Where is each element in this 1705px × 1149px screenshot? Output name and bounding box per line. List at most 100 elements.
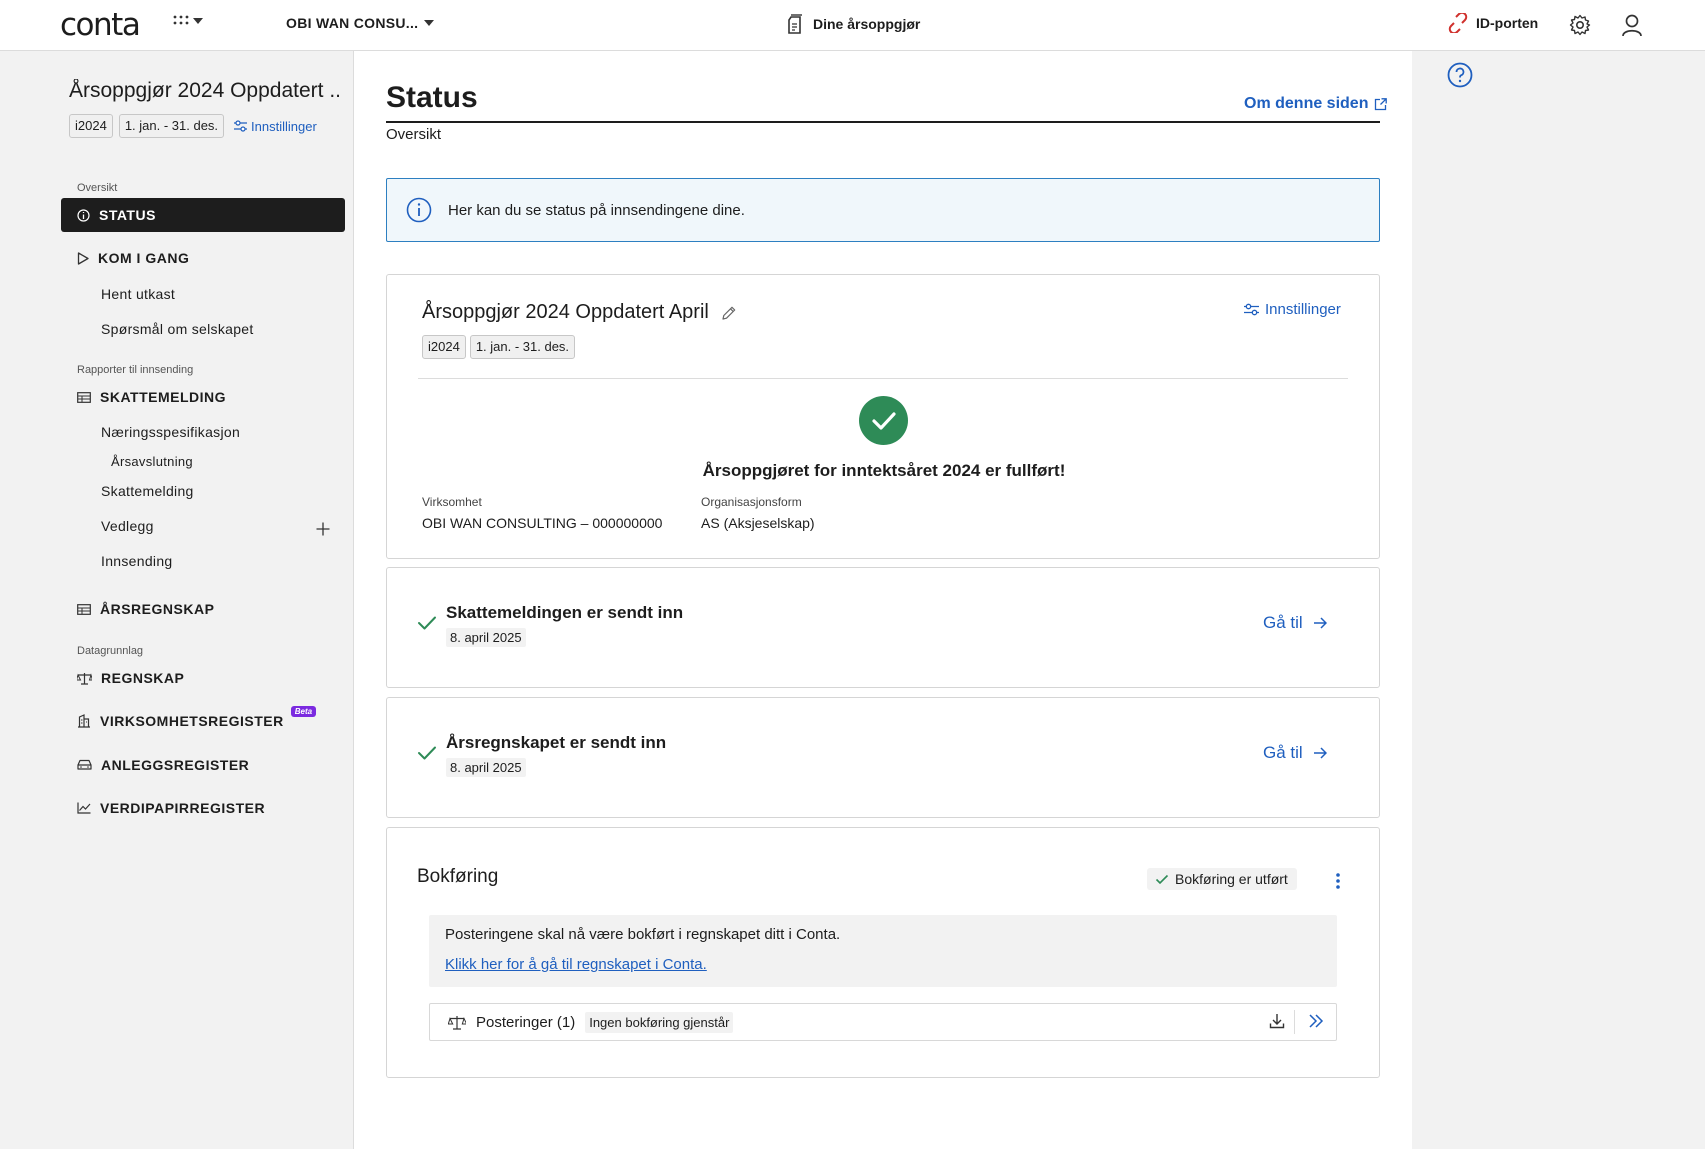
posteringer-row[interactable]: Posteringer (1) Ingen bokføring gjenstår — [429, 1003, 1337, 1041]
annual-reports-link[interactable]: Dine årsoppgjør — [787, 14, 920, 34]
bokforing-title: Bokføring — [417, 866, 499, 887]
skattemelding-date-badge: 8. april 2025 — [446, 628, 526, 647]
apps-grid-icon — [173, 15, 189, 25]
summary-divider — [418, 378, 1348, 379]
bokforing-status-badge: Bokføring er utført — [1147, 868, 1297, 890]
posteringer-badge: Ingen bokføring gjenstår — [585, 1011, 734, 1033]
bokforing-status-label: Bokføring er utført — [1175, 871, 1288, 887]
year-tag: i2024 — [69, 114, 113, 138]
about-page-label: Om denne siden — [1244, 95, 1369, 112]
skattemelding-status-card: Skattemeldingen er sendt inn 8. april 20… — [386, 567, 1380, 688]
arrow-right-icon — [1313, 747, 1327, 759]
arsregnskap-date-badge: 8. april 2025 — [446, 758, 526, 777]
info-icon — [406, 197, 432, 223]
sidebar-item-arsregnskap[interactable]: ÅRSREGNSKAP — [61, 592, 345, 626]
sidebar-item-label: ANLEGGSREGISTER — [101, 757, 250, 773]
sliders-icon — [1244, 303, 1259, 316]
id-porten-label: ID-porten — [1476, 15, 1539, 31]
summary-settings-link[interactable]: Innstillinger — [1244, 301, 1341, 318]
chevron-down-icon — [193, 18, 203, 24]
period-tag: 1. jan. - 31. des. — [469, 335, 576, 359]
arsregnskap-goto-link[interactable]: Gå til — [1263, 743, 1327, 763]
sidebar-item-kom-i-gang[interactable]: KOM I GANG — [61, 241, 345, 275]
skattemelding-status-title: Skattemeldingen er sendt inn — [446, 603, 684, 622]
chart-icon — [77, 802, 91, 814]
sidebar-item-skattemelding-sub[interactable]: Skattemelding — [101, 483, 194, 499]
goto-label: Gå til — [1263, 743, 1303, 762]
bokforing-note: Posteringene skal nå være bokført i regn… — [429, 915, 1337, 987]
main-content: Status Om denne siden Oversikt Her kan d… — [354, 51, 1412, 1149]
sidebar-item-regnskap[interactable]: REGNSKAP — [61, 661, 345, 695]
double-chevron-icon[interactable] — [1308, 1013, 1324, 1029]
chevron-down-icon — [424, 20, 435, 26]
top-bar: conta OBI WAN CONSU... Dine årsoppgjør I… — [0, 0, 1705, 51]
sidebar-item-label: SKATTEMELDING — [100, 389, 227, 405]
sidebar-title: Årsoppgjør 2024 Oppdatert ... — [69, 79, 339, 102]
skattemelding-goto-link[interactable]: Gå til — [1263, 613, 1327, 633]
gear-icon[interactable] — [1569, 14, 1591, 36]
title-divider — [386, 121, 1380, 123]
summary-tags: i2024 1. jan. - 31. des. — [422, 335, 576, 359]
section-label-oversikt: Oversikt — [77, 182, 118, 194]
sidebar-item-innsending[interactable]: Innsending — [101, 553, 173, 569]
sidebar-item-anleggsregister[interactable]: ANLEGGSREGISTER — [61, 748, 345, 782]
user-icon[interactable] — [1621, 13, 1643, 37]
sidebar-item-label: VERDIPAPIRREGISTER — [100, 800, 266, 816]
info-icon — [77, 208, 90, 222]
info-banner-text: Her kan du se status på innsendingene di… — [448, 201, 745, 219]
sidebar-item-verdipapirregister[interactable]: VERDIPAPIRREGISTER — [61, 791, 345, 825]
sidebar-item-label: REGNSKAP — [101, 670, 185, 686]
conta-logo[interactable]: conta — [60, 8, 141, 42]
apps-menu-button[interactable] — [173, 15, 203, 27]
table-icon — [77, 603, 91, 615]
sidebar-item-label: ÅRSREGNSKAP — [100, 601, 215, 617]
posteringer-label: Posteringer (1) — [476, 1013, 576, 1031]
scale-icon — [77, 672, 92, 685]
period-tag: 1. jan. - 31. des. — [118, 114, 225, 138]
external-link-icon — [1375, 97, 1388, 110]
sidebar-item-label: KOM I GANG — [98, 250, 190, 266]
car-icon — [77, 759, 92, 770]
kebab-icon[interactable] — [1335, 872, 1341, 890]
beta-badge: Beta — [290, 705, 317, 717]
company-name: OBI WAN CONSU... — [286, 15, 419, 31]
summary-title-row: Årsoppgjør 2024 Oppdatert April — [422, 301, 737, 324]
id-porten-button[interactable]: ID-porten — [1448, 13, 1538, 33]
section-label-datagrunnlag: Datagrunnlag — [77, 645, 144, 657]
table-icon — [77, 391, 91, 403]
sidebar-item-virksomhetsregister[interactable]: VIRKSOMHETSREGISTER Beta — [61, 704, 345, 738]
bokforing-note-text: Posteringene skal nå være bokført i regn… — [445, 926, 841, 943]
scale-icon — [448, 1015, 466, 1030]
sidebar-item-label: VIRKSOMHETSREGISTER — [100, 713, 284, 729]
sidebar-item-sporsmal[interactable]: Spørsmål om selskapet — [101, 321, 254, 337]
pencil-icon[interactable] — [721, 305, 737, 321]
section-label-rapporter: Rapporter til innsending — [77, 364, 194, 376]
summary-settings-label: Innstillinger — [1265, 301, 1341, 318]
sidebar-item-status[interactable]: STATUS — [61, 198, 345, 232]
help-icon[interactable] — [1447, 62, 1473, 88]
sidebar: Årsoppgjør 2024 Oppdatert ... i2024 1. j… — [0, 51, 354, 1149]
sidebar-item-arsavslutning[interactable]: Årsavslutning — [111, 454, 193, 469]
id-porten-icon — [1448, 13, 1468, 33]
sidebar-item-hent-utkast[interactable]: Hent utkast — [101, 286, 175, 302]
sidebar-tags: i2024 1. jan. - 31. des. Innstillinger — [69, 114, 317, 138]
company-selector[interactable]: OBI WAN CONSU... — [286, 15, 435, 31]
sidebar-item-naeringsspesifikasjon[interactable]: Næringsspesifikasjon — [101, 424, 240, 440]
completed-check-icon — [859, 396, 908, 445]
help-panel — [1412, 51, 1705, 1149]
go-to-regnskap-link[interactable]: Klikk her for å gå til regnskapet i Cont… — [445, 956, 1321, 973]
building-icon — [78, 714, 90, 728]
about-page-link[interactable]: Om denne siden — [1244, 95, 1388, 113]
page-title: Status — [386, 81, 478, 114]
sidebar-item-vedlegg[interactable]: Vedlegg — [101, 518, 154, 534]
plus-icon[interactable] — [316, 522, 330, 536]
sidebar-item-skattemelding[interactable]: SKATTEMELDING — [61, 380, 345, 414]
arrow-right-icon — [1313, 617, 1327, 629]
virksomhet-label: Virksomhet — [422, 495, 482, 509]
download-icon[interactable] — [1269, 1013, 1285, 1029]
year-tag: i2024 — [422, 335, 466, 359]
play-icon — [77, 251, 89, 265]
completed-message: Årsoppgjøret for inntektsåret 2024 er fu… — [702, 461, 1066, 480]
sidebar-settings-link[interactable]: Innstillinger — [234, 119, 317, 134]
check-icon — [418, 616, 436, 630]
